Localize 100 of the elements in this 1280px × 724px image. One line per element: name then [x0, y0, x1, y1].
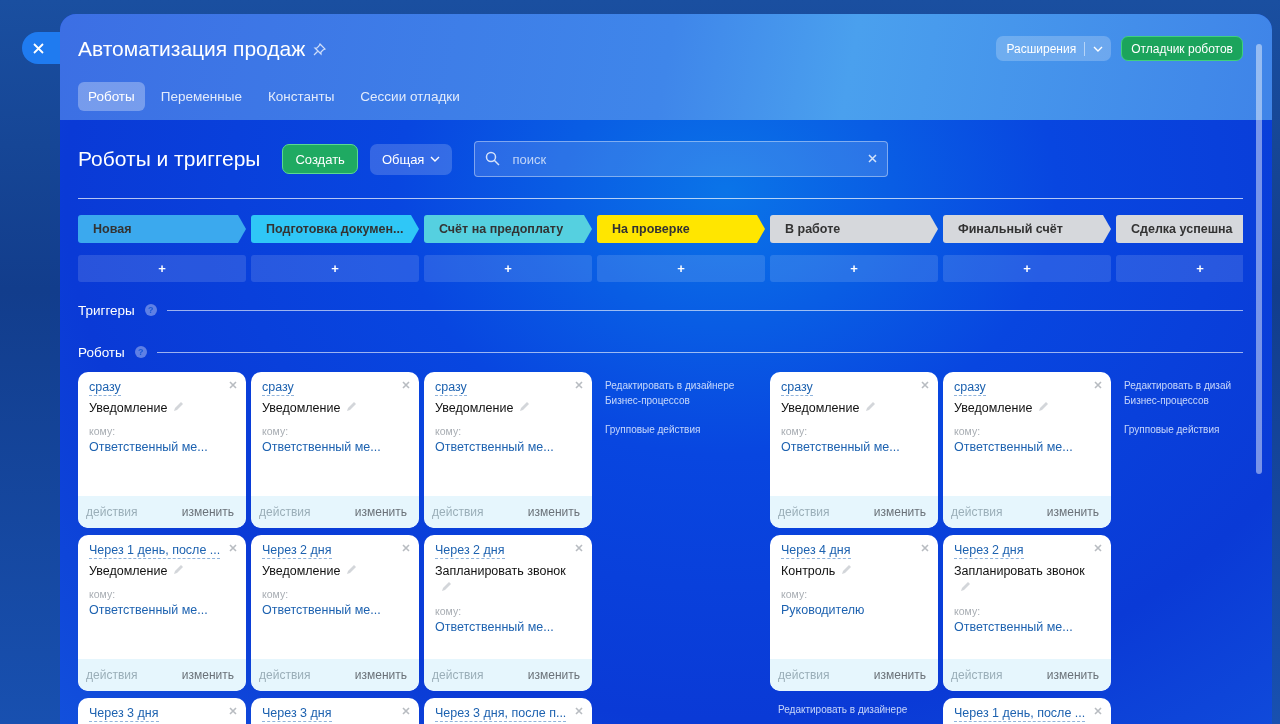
stage-header[interactable]: На проверке: [597, 215, 765, 243]
recipient-link[interactable]: Ответственный ме...: [954, 620, 1111, 634]
triggers-label: Триггеры: [78, 302, 135, 318]
add-robot-button[interactable]: +: [78, 255, 246, 282]
delay-link[interactable]: Через 4 дня: [781, 543, 851, 559]
recipient-link[interactable]: Ответственный ме...: [89, 603, 246, 617]
tab[interactable]: Константы: [257, 82, 345, 111]
edit-link[interactable]: изменить: [873, 505, 926, 519]
delay-link[interactable]: Через 3 дня: [262, 706, 332, 722]
column-link[interactable]: Редактировать в дизайнере: [778, 702, 918, 717]
recipient-link[interactable]: Ответственный ме...: [954, 440, 1111, 454]
close-icon[interactable]: [1094, 381, 1102, 389]
edit-link[interactable]: изменить: [1046, 505, 1099, 519]
pencil-icon[interactable]: [346, 564, 358, 575]
delay-link[interactable]: сразу: [262, 380, 294, 396]
pencil-icon[interactable]: [441, 581, 452, 592]
recipient-link[interactable]: Ответственный ме...: [781, 440, 938, 454]
stage-header[interactable]: Новая: [78, 215, 246, 243]
edit-link[interactable]: изменить: [527, 505, 580, 519]
recipient-link[interactable]: Ответственный ме...: [435, 440, 592, 454]
close-icon[interactable]: [229, 707, 237, 715]
robot-title: Уведомление: [262, 401, 341, 415]
recipient-link[interactable]: Ответственный ме...: [262, 440, 419, 454]
column-link[interactable]: Групповые действия: [605, 422, 745, 437]
delay-link[interactable]: сразу: [89, 380, 121, 396]
robot-title: Уведомление: [435, 401, 514, 415]
close-icon[interactable]: [229, 381, 237, 389]
stage-header[interactable]: Счёт на предоплату: [424, 215, 592, 243]
scrollbar[interactable]: [1256, 44, 1262, 474]
filter-dropdown[interactable]: Общая: [369, 143, 453, 175]
pencil-icon[interactable]: [1038, 401, 1050, 412]
delay-link[interactable]: Через 3 дня, после п...: [435, 706, 567, 722]
edit-link[interactable]: изменить: [1046, 668, 1099, 682]
delay-link[interactable]: Через 2 дня: [435, 543, 505, 559]
stage-header[interactable]: В работе: [770, 215, 938, 243]
recipient-link[interactable]: Ответственный ме...: [435, 620, 592, 634]
close-icon[interactable]: [1094, 544, 1102, 552]
close-icon[interactable]: [402, 707, 410, 715]
add-robot-button[interactable]: +: [1116, 255, 1243, 282]
clear-icon[interactable]: [868, 154, 878, 163]
close-icon[interactable]: [229, 544, 237, 552]
delay-link[interactable]: Через 2 дня: [954, 543, 1024, 559]
add-robot-button[interactable]: +: [597, 255, 765, 282]
robot-title: Запланировать звонок: [954, 564, 1085, 578]
robot-title: Уведомление: [89, 564, 168, 578]
close-icon[interactable]: [575, 381, 583, 389]
close-icon[interactable]: [575, 707, 583, 715]
close-icon[interactable]: [1094, 707, 1102, 715]
pencil-icon[interactable]: [960, 581, 971, 592]
edit-link[interactable]: изменить: [873, 668, 926, 682]
pencil-icon[interactable]: [173, 564, 185, 575]
pencil-icon[interactable]: [173, 401, 185, 412]
recipient-link[interactable]: Ответственный ме...: [262, 603, 419, 617]
recipient-label: кому:: [435, 425, 463, 437]
close-icon: [33, 42, 44, 54]
edit-link[interactable]: изменить: [354, 668, 407, 682]
page-title: Автоматизация продаж: [78, 37, 306, 61]
robot-debugger-button[interactable]: Отладчик роботов: [1121, 36, 1243, 61]
pencil-icon[interactable]: [865, 401, 877, 412]
recipient-label: кому:: [262, 588, 290, 600]
tab[interactable]: Сессии отладки: [350, 82, 470, 111]
robot-title: Запланировать звонок: [435, 564, 566, 578]
close-icon[interactable]: [921, 381, 929, 389]
add-robot-button[interactable]: +: [424, 255, 592, 282]
tab[interactable]: Переменные: [150, 82, 252, 111]
edit-link[interactable]: изменить: [354, 505, 407, 519]
column-link[interactable]: Групповые действия: [1124, 422, 1243, 437]
delay-link[interactable]: Через 1 день, после ...: [954, 706, 1086, 722]
stage-header[interactable]: Финальный счёт: [943, 215, 1111, 243]
close-icon[interactable]: [921, 544, 929, 552]
column-link[interactable]: Редактировать в дизай Бизнес-процессов: [1124, 378, 1243, 408]
column-link[interactable]: Редактировать в дизайнере Бизнес-процессов: [605, 378, 745, 408]
robots-label: Роботы: [78, 344, 125, 360]
close-button[interactable]: [22, 32, 60, 64]
robot-title: Уведомление: [781, 401, 860, 415]
close-icon[interactable]: [402, 381, 410, 389]
stage-header[interactable]: Подготовка докумен...: [251, 215, 419, 243]
delay-link[interactable]: Через 2 дня: [262, 543, 332, 559]
pin-icon[interactable]: [313, 42, 327, 56]
add-robot-button[interactable]: +: [251, 255, 419, 282]
edit-link[interactable]: изменить: [527, 668, 580, 682]
delay-link[interactable]: сразу: [435, 380, 467, 396]
stage-header[interactable]: Сделка успешна: [1116, 215, 1243, 243]
create-button[interactable]: Создать: [282, 144, 358, 174]
delay-link[interactable]: Через 3 дня: [89, 706, 159, 722]
pencil-icon[interactable]: [519, 401, 531, 412]
pencil-icon[interactable]: [841, 564, 853, 575]
delay-link[interactable]: сразу: [954, 380, 986, 396]
close-icon[interactable]: [575, 544, 583, 552]
recipient-label: кому:: [89, 588, 117, 600]
recipient-link[interactable]: Руководителю: [781, 603, 938, 617]
pencil-icon[interactable]: [346, 401, 358, 412]
add-robot-button[interactable]: +: [943, 255, 1111, 282]
edit-link[interactable]: изменить: [181, 668, 234, 682]
recipient-link[interactable]: Ответственный ме...: [89, 440, 246, 454]
close-icon[interactable]: [402, 544, 410, 552]
delay-link[interactable]: сразу: [781, 380, 813, 396]
edit-link[interactable]: изменить: [181, 505, 234, 519]
add-robot-button[interactable]: +: [770, 255, 938, 282]
delay-link[interactable]: Через 1 день, после ...: [89, 543, 221, 559]
